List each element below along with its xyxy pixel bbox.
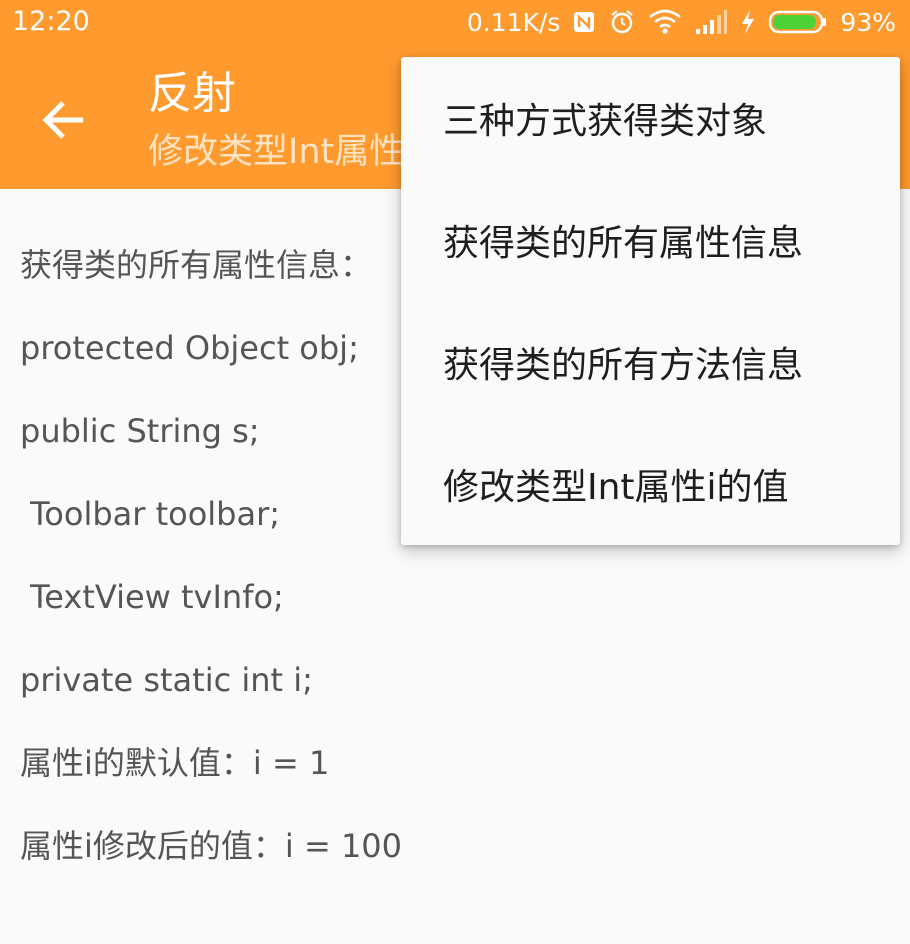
menu-item-get-all-fields[interactable]: 获得类的所有属性信息 bbox=[401, 179, 900, 301]
battery-percent: 93% bbox=[840, 7, 896, 37]
battery-icon bbox=[768, 9, 828, 35]
back-button[interactable] bbox=[42, 100, 86, 140]
net-speed: 0.11K/s bbox=[466, 7, 561, 37]
info-line: 属性i修改后的值：i = 100 bbox=[20, 827, 403, 865]
status-time: 12:20 bbox=[12, 6, 90, 37]
arrow-back-icon bbox=[42, 101, 83, 139]
charging-icon bbox=[740, 9, 756, 35]
menu-item-get-all-methods[interactable]: 获得类的所有方法信息 bbox=[401, 301, 900, 423]
signal-icon bbox=[694, 9, 728, 35]
info-line: private static int i; bbox=[20, 661, 313, 699]
info-line: 属性i的默认值：i = 1 bbox=[20, 744, 330, 782]
wifi-icon bbox=[648, 9, 682, 35]
nfc-icon bbox=[572, 10, 596, 34]
status-indicators: 0.11K/s 93% bbox=[467, 4, 896, 40]
status-bar: 12:20 0.11K/s 93% bbox=[0, 0, 910, 46]
info-line: TextView tvInfo; bbox=[20, 578, 284, 616]
menu-item-get-class-object[interactable]: 三种方式获得类对象 bbox=[401, 57, 900, 179]
menu-item-modify-int-field[interactable]: 修改类型Int属性i的值 bbox=[401, 423, 900, 545]
overflow-menu: 三种方式获得类对象 获得类的所有属性信息 获得类的所有方法信息 修改类型Int属… bbox=[401, 57, 900, 545]
alarm-icon bbox=[608, 8, 636, 36]
toolbar-title: 反射 bbox=[148, 68, 236, 119]
